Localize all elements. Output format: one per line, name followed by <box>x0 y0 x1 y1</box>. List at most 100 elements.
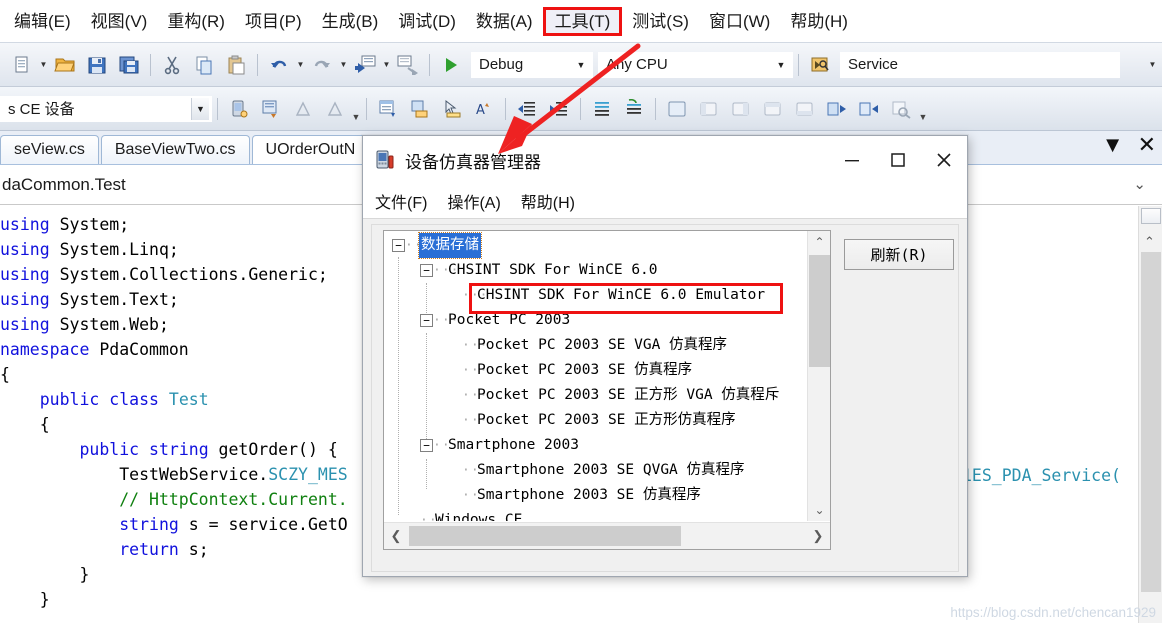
collapse-expander-icon[interactable]: − <box>420 439 433 452</box>
undo-dropdown-caret[interactable]: ▼ <box>295 55 306 75</box>
tree-leaf-1-3[interactable]: ···Pocket PC 2003 SE 正方形仿真程序 <box>384 408 779 433</box>
compare-right-icon[interactable] <box>321 95 349 123</box>
maximize-button[interactable] <box>875 140 921 180</box>
emulator-tree-view[interactable]: −···数据存储−···CHSINT SDK For WinCE 6.0···C… <box>384 231 807 521</box>
chevron-down-icon[interactable]: ▼ <box>191 98 209 120</box>
deploy-solution-icon[interactable] <box>406 95 434 123</box>
menu-item-0[interactable]: 编辑(E) <box>4 8 81 35</box>
tree-leaf-0-0[interactable]: ···CHSINT SDK For WinCE 6.0 Emulator <box>384 283 779 308</box>
collapse-expander-icon[interactable]: − <box>420 314 433 327</box>
tree-leaf-1-2[interactable]: ···Pocket PC 2003 SE 正方形 VGA 仿真程斥 <box>384 383 779 408</box>
dock-top-icon[interactable] <box>759 95 787 123</box>
dialog-menu-item-0[interactable]: 文件(F) <box>375 189 427 213</box>
new-item-dropdown-caret[interactable]: ▼ <box>38 55 49 75</box>
device-deploy-icon[interactable] <box>257 95 285 123</box>
editor-tab-0[interactable]: seView.cs <box>0 135 99 164</box>
tree-horizontal-scrollbar[interactable]: ❮ ❯ <box>384 522 830 549</box>
tile-horizontal-icon[interactable] <box>823 95 851 123</box>
open-folder-icon[interactable] <box>51 51 79 79</box>
tree-group-1[interactable]: −···Pocket PC 2003 <box>384 308 779 333</box>
properties-window-icon[interactable] <box>374 95 402 123</box>
compare-left-icon[interactable] <box>289 95 317 123</box>
collapse-expander-icon[interactable]: − <box>392 239 405 252</box>
class-selector[interactable]: daCommon.Test <box>0 175 126 195</box>
tree-group-0[interactable]: −···CHSINT SDK For WinCE 6.0 <box>384 258 779 283</box>
scrollbar-split-handle[interactable] <box>1141 208 1161 224</box>
menu-item-3[interactable]: 项目(P) <box>235 8 312 35</box>
minimize-button[interactable] <box>829 140 875 180</box>
tree-leaf-2-0[interactable]: ···Smartphone 2003 SE QVGA 仿真程序 <box>384 458 779 483</box>
tree-leaf-2-1[interactable]: ···Smartphone 2003 SE 仿真程序 <box>384 483 779 508</box>
menu-item-9[interactable]: 窗口(W) <box>699 8 780 35</box>
tree-vertical-scrollbar[interactable]: ⌃ ⌄ <box>807 231 830 521</box>
close-tab-icon[interactable]: ✕ <box>1138 134 1156 156</box>
dialog-title-bar[interactable]: 设备仿真器管理器 <box>363 136 967 184</box>
tree-vscroll-thumb[interactable] <box>809 255 830 367</box>
save-icon[interactable] <box>83 51 111 79</box>
dialog-menu-item-1[interactable]: 操作(A) <box>447 189 500 213</box>
chevron-up-icon[interactable]: ⌃ <box>1144 234 1155 250</box>
tree-hscroll-thumb[interactable] <box>409 526 681 546</box>
refresh-button[interactable]: 刷新(R) <box>844 239 954 270</box>
redo-icon[interactable] <box>308 51 336 79</box>
paste-icon[interactable] <box>222 51 250 79</box>
menu-item-8[interactable]: 测试(S) <box>622 8 699 35</box>
editor-tab-1[interactable]: BaseViewTwo.cs <box>101 135 250 164</box>
dock-left-icon[interactable] <box>695 95 723 123</box>
dock-bottom-icon[interactable] <box>791 95 819 123</box>
navigate-backward-caret[interactable]: ▼ <box>381 55 392 75</box>
navigate-forward-icon[interactable] <box>394 51 422 79</box>
start-debug-icon[interactable] <box>437 51 465 79</box>
menu-item-2[interactable]: 重构(R) <box>157 8 235 35</box>
chevron-right-icon[interactable]: ❯ <box>806 523 830 549</box>
target-device-combo[interactable]: s CE 设备 ▼ <box>0 96 212 122</box>
menu-item-1[interactable]: 视图(V) <box>81 8 158 35</box>
toolbar-overflow-handle-2[interactable]: ▼ <box>917 96 929 122</box>
copy-icon[interactable] <box>190 51 218 79</box>
tree-group-3[interactable]: ···Windows CE <box>384 508 779 521</box>
tile-vertical-icon[interactable] <box>855 95 883 123</box>
scrollbar-thumb[interactable] <box>1141 252 1161 592</box>
toolbar-separator <box>257 54 258 76</box>
save-all-icon[interactable] <box>115 51 143 79</box>
emulator-tree-panel[interactable]: −···数据存储−···CHSINT SDK For WinCE 6.0···C… <box>383 230 831 550</box>
tree-group-2[interactable]: −···Smartphone 2003 <box>384 433 779 458</box>
pointer-ruler-icon[interactable] <box>438 95 466 123</box>
tree-leaf-1-1[interactable]: ···Pocket PC 2003 SE 仿真程序 <box>384 358 779 383</box>
code-line: } <box>0 562 348 587</box>
editor-vertical-scrollbar[interactable]: ⌃ <box>1138 206 1162 623</box>
menu-item-5[interactable]: 调试(D) <box>388 8 466 35</box>
menu-item-6[interactable]: 数据(A) <box>466 8 543 35</box>
startup-project-caret[interactable]: ▼ <box>1147 55 1158 75</box>
editor-tab-2[interactable]: UOrderOutN <box>252 135 370 164</box>
new-item-icon[interactable] <box>8 51 36 79</box>
undo-icon[interactable] <box>265 51 293 79</box>
device-connect-icon[interactable] <box>225 95 253 123</box>
tree-connector: ··· <box>405 233 419 258</box>
chevron-down-icon[interactable]: ⌄ <box>1133 175 1146 193</box>
cut-icon[interactable] <box>158 51 186 79</box>
toolbar-overflow-handle[interactable]: ▼ <box>351 96 361 122</box>
collapse-expander-icon[interactable]: − <box>420 264 433 277</box>
close-button[interactable] <box>921 140 967 180</box>
menu-item-4[interactable]: 生成(B) <box>312 8 389 35</box>
code-line: { <box>0 412 348 437</box>
menu-item-10[interactable]: 帮助(H) <box>780 8 858 35</box>
chevron-left-icon[interactable]: ❮ <box>384 523 408 549</box>
dock-right-icon[interactable] <box>727 95 755 123</box>
startup-project-combo[interactable]: Service <box>840 52 1120 78</box>
tree-leaf-1-0[interactable]: ···Pocket PC 2003 SE VGA 仿真程序 <box>384 333 779 358</box>
menu-item-7[interactable]: 工具(T) <box>543 7 623 36</box>
window-layout-icon[interactable] <box>663 95 691 123</box>
zoom-icon[interactable] <box>887 95 915 123</box>
active-files-dropdown-icon[interactable]: ▼ <box>1102 134 1124 156</box>
chevron-down-icon[interactable]: ▼ <box>772 54 790 76</box>
chevron-down-icon[interactable]: ⌄ <box>808 499 831 521</box>
dialog-menu-item-2[interactable]: 帮助(H) <box>521 189 575 213</box>
device-emulator-manager-dialog[interactable]: 设备仿真器管理器 文件(F) 操作(A) 帮助(H) <box>362 135 968 577</box>
chevron-up-icon[interactable]: ⌃ <box>808 231 831 253</box>
redo-dropdown-caret[interactable]: ▼ <box>338 55 349 75</box>
navigate-backward-icon[interactable] <box>351 51 379 79</box>
tree-node-root[interactable]: −···数据存储 <box>384 233 779 258</box>
find-target-icon[interactable] <box>806 51 834 79</box>
